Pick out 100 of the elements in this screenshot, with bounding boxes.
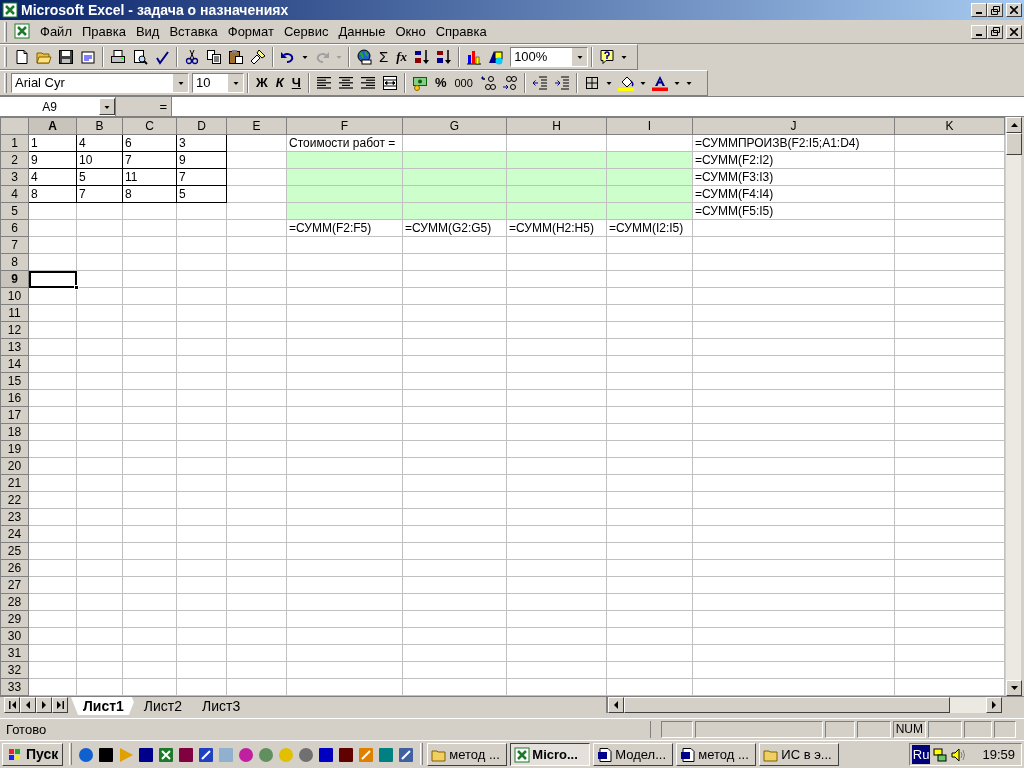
sheet-cell[interactable]: 8 <box>122 185 177 203</box>
sheet-cell[interactable]: 9 <box>176 151 227 169</box>
column-header[interactable]: C <box>122 117 177 135</box>
copy-icon[interactable] <box>206 49 222 65</box>
mail-icon[interactable] <box>80 49 96 65</box>
dropdown-button[interactable] <box>99 98 115 115</box>
task-button[interactable]: метод ... <box>427 743 508 766</box>
undo-icon[interactable] <box>280 49 296 65</box>
scroll-down-button[interactable] <box>1006 680 1022 696</box>
print-preview-icon[interactable] <box>132 49 148 65</box>
menu-item[interactable]: Окно <box>390 21 431 42</box>
scroll-left-button[interactable] <box>608 697 624 713</box>
caret-icon[interactable] <box>104 103 110 110</box>
sheet-cell[interactable]: =СУММПРОИЗВ(F2:I5;A1:D4) <box>692 134 895 152</box>
sheet-cell[interactable]: =СУММ(F2:I2) <box>692 151 895 169</box>
align-right-icon[interactable] <box>359 75 376 91</box>
column-header[interactable]: A <box>28 117 77 135</box>
sheet-cell[interactable]: Стоимости работ = <box>286 134 403 152</box>
sheet-cell[interactable]: 3 <box>176 134 227 152</box>
bold-button[interactable]: Ж <box>252 73 272 93</box>
merge-center-icon[interactable] <box>381 75 398 91</box>
save-icon[interactable] <box>58 49 74 65</box>
speaker-icon[interactable] <box>950 746 967 763</box>
menu-item[interactable]: Сервис <box>278 21 334 42</box>
column-header[interactable]: I <box>606 117 693 135</box>
caret-icon[interactable] <box>177 80 184 86</box>
sheet-cell[interactable]: =СУММ(F3:I3) <box>692 168 895 186</box>
align-center-icon[interactable] <box>337 75 354 91</box>
menu-item[interactable]: Файл <box>35 21 77 42</box>
app-shortcut-icon[interactable] <box>98 747 115 763</box>
brush-icon[interactable] <box>250 49 266 65</box>
menu-item[interactable]: Данные <box>333 21 391 42</box>
increase-indent-icon[interactable] <box>553 75 570 91</box>
vertical-scrollbar[interactable] <box>1005 117 1021 696</box>
align-left-icon[interactable] <box>315 75 332 91</box>
sheet-cell[interactable]: 7 <box>176 168 227 186</box>
new-document-icon[interactable] <box>14 49 30 65</box>
app-shortcut-icon[interactable] <box>338 747 355 763</box>
column-header[interactable]: F <box>286 117 403 135</box>
sheet-cell[interactable]: 4 <box>76 134 123 152</box>
network-icon[interactable] <box>932 746 949 763</box>
last-sheet-button[interactable] <box>52 697 68 713</box>
sheet-cell[interactable]: =СУММ(H2:H5) <box>506 219 607 237</box>
sheet-cell[interactable]: 6 <box>122 134 177 152</box>
column-header[interactable]: G <box>402 117 507 135</box>
font-field[interactable]: Arial Cyr <box>11 73 189 93</box>
font-size-field[interactable]: 10 <box>192 73 244 93</box>
decrease-decimal-icon[interactable] <box>501 75 518 91</box>
start-button[interactable]: Пуск <box>2 743 64 766</box>
autosum-button[interactable]: Σ <box>375 47 393 67</box>
percent-button[interactable]: % <box>430 73 451 93</box>
selected-cell[interactable] <box>28 270 77 288</box>
close-button[interactable] <box>1006 3 1022 17</box>
task-button[interactable]: ИС в э... <box>759 743 840 766</box>
restore-button[interactable] <box>987 24 1003 39</box>
thousands-button[interactable]: 000 <box>450 73 477 93</box>
italic-button[interactable]: К <box>271 73 288 93</box>
column-header[interactable]: B <box>76 117 123 135</box>
borders-icon[interactable] <box>583 75 600 91</box>
open-folder-icon[interactable] <box>36 49 52 65</box>
sheet-cell[interactable]: =СУММ(I2:I5) <box>606 219 693 237</box>
fill-color-icon[interactable] <box>617 75 634 91</box>
menu-item[interactable]: Правка <box>76 21 131 42</box>
sheet-cell[interactable]: =СУММ(F5:I5) <box>692 202 895 220</box>
cut-icon[interactable] <box>184 49 200 65</box>
horizontal-scrollbar[interactable] <box>606 697 1002 713</box>
sheet-cell[interactable]: 4 <box>28 168 77 186</box>
app-shortcut-icon[interactable] <box>138 747 155 763</box>
language-indicator[interactable]: Ru <box>911 744 931 765</box>
task-button[interactable]: Micro... <box>510 743 591 766</box>
currency-icon[interactable] <box>411 75 428 91</box>
underline-button[interactable]: Ч <box>287 73 305 93</box>
sheet-cell[interactable]: 10 <box>76 151 123 169</box>
caret-icon[interactable] <box>605 80 612 86</box>
decrease-indent-icon[interactable] <box>531 75 548 91</box>
sheet-cell[interactable]: 11 <box>122 168 177 186</box>
chart-icon[interactable] <box>466 49 483 65</box>
print-icon[interactable] <box>110 49 126 65</box>
app-shortcut-icon[interactable] <box>318 747 335 763</box>
paste-icon[interactable] <box>228 49 244 65</box>
scrollbar-thumb[interactable] <box>624 697 950 713</box>
zoom-field[interactable]: 100% <box>510 47 589 67</box>
previous-sheet-button[interactable] <box>20 697 36 713</box>
column-header[interactable]: J <box>692 117 895 135</box>
column-header[interactable]: D <box>176 117 227 135</box>
sort-descending-icon[interactable] <box>436 49 453 65</box>
sort-ascending-icon[interactable] <box>414 49 431 65</box>
sheet-tab[interactable]: Лист1 <box>71 697 136 715</box>
sheet-cell[interactable]: 7 <box>122 151 177 169</box>
sheet-cell[interactable]: 7 <box>76 185 123 203</box>
equals-button[interactable]: = <box>159 98 167 115</box>
caret-icon[interactable] <box>302 54 308 60</box>
spellcheck-icon[interactable] <box>154 49 170 65</box>
close-button[interactable] <box>1006 24 1022 39</box>
column-header[interactable]: K <box>894 117 1005 135</box>
caret-icon[interactable] <box>639 80 646 86</box>
sheet-cell[interactable]: =СУММ(F2:F5) <box>286 219 403 237</box>
caret-icon[interactable] <box>232 80 239 86</box>
caret-icon[interactable] <box>621 54 628 60</box>
next-sheet-button[interactable] <box>36 697 52 713</box>
